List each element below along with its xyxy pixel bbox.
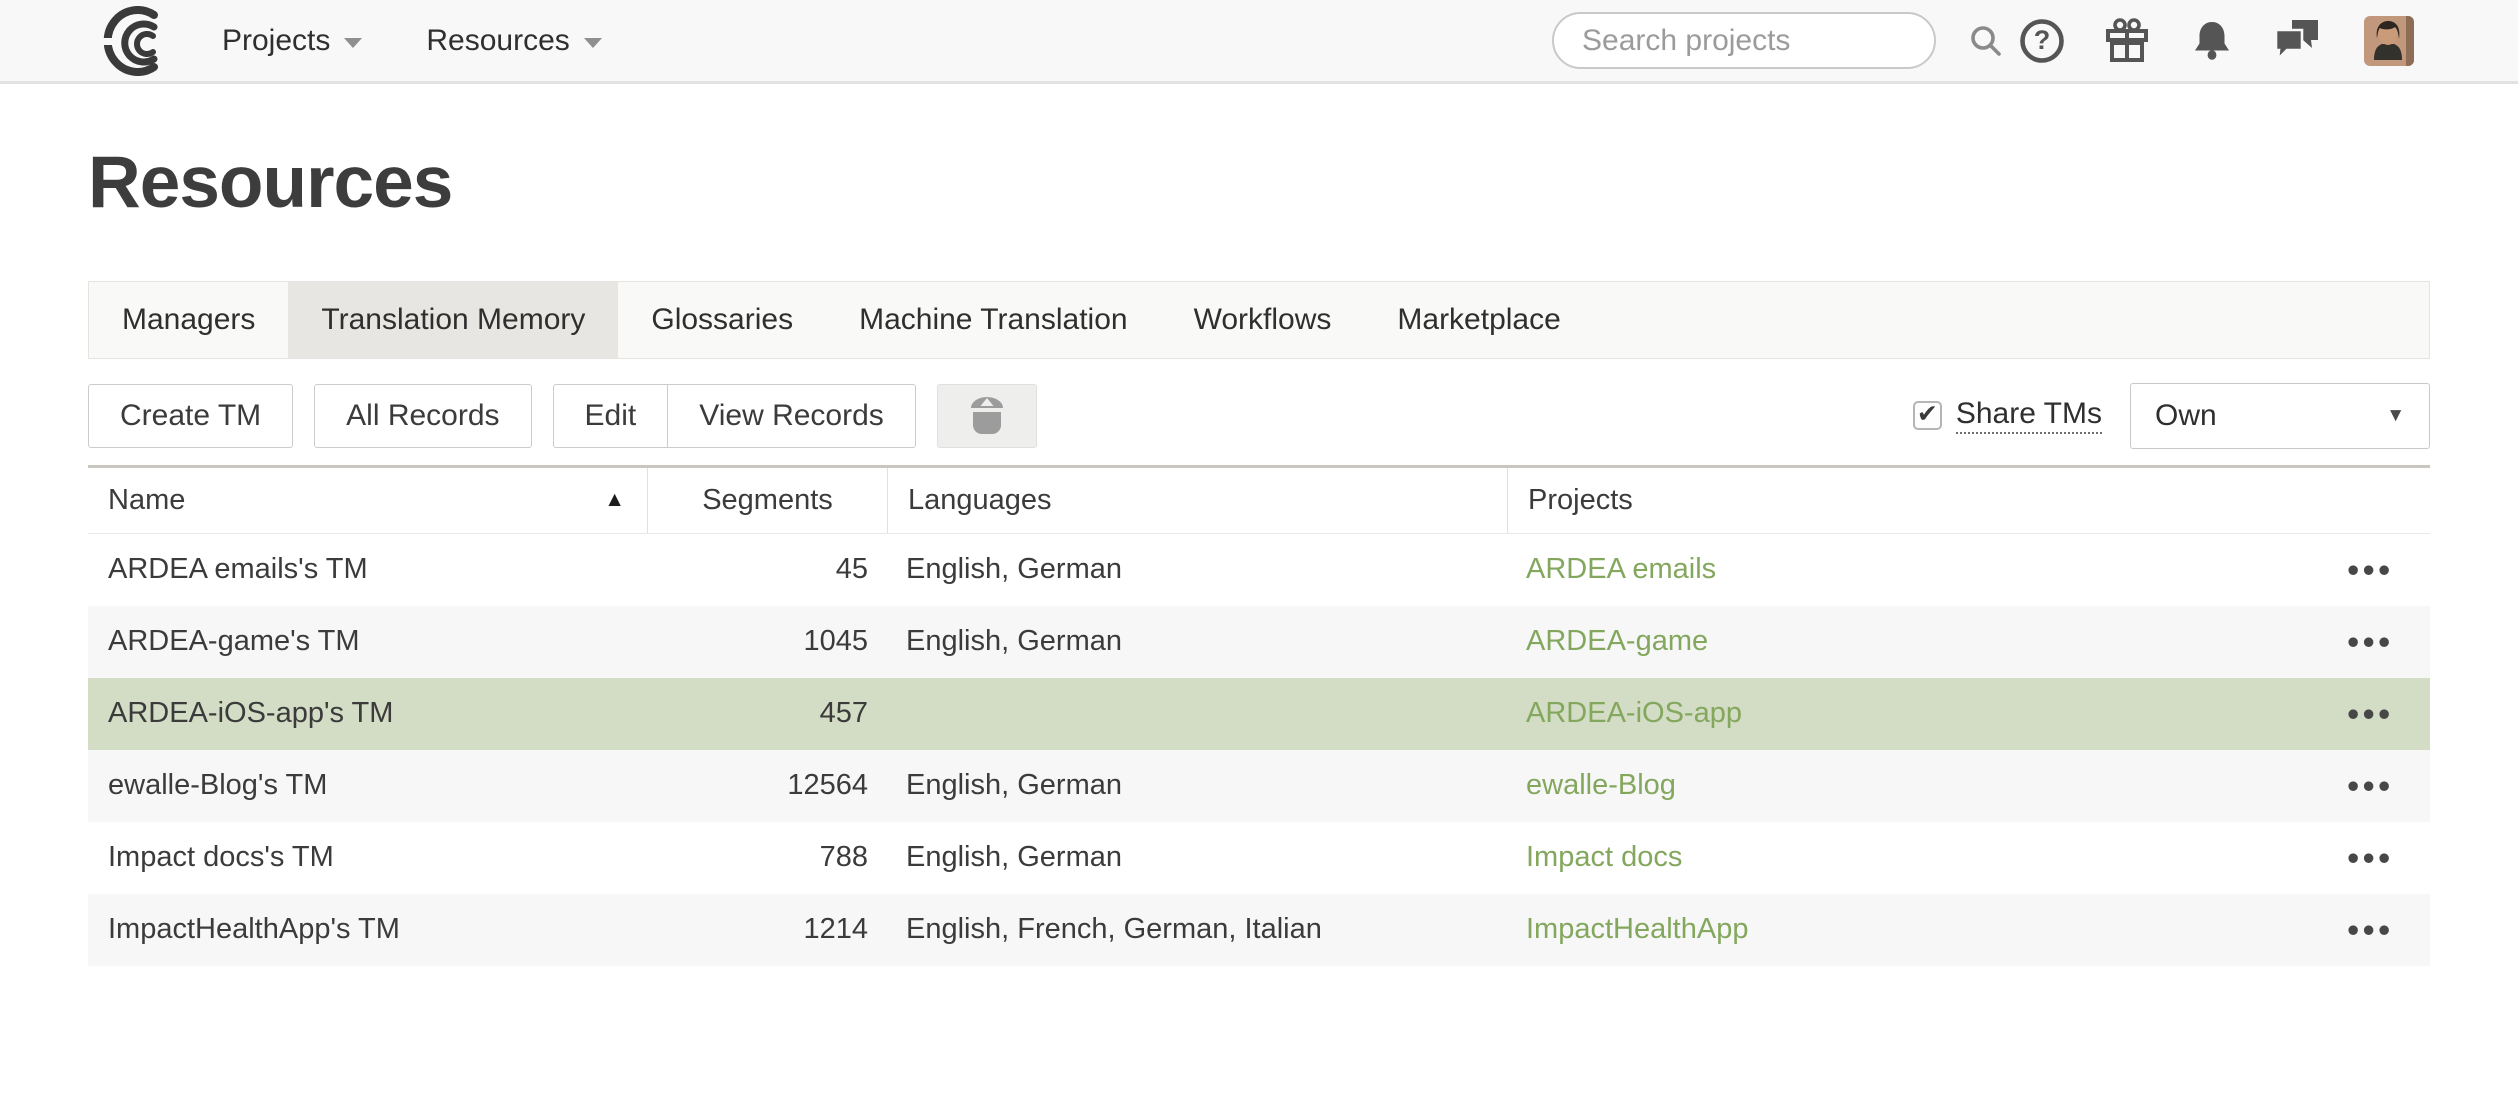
scope-select[interactable]: Own ▼ (2130, 383, 2430, 449)
project-link[interactable]: ARDEA-iOS-app (1526, 697, 1742, 730)
edit-view-button-group: Edit View Records (553, 384, 916, 448)
column-header-languages[interactable]: Languages (888, 468, 1508, 533)
avatar[interactable] (2364, 16, 2414, 66)
row-menu-icon[interactable]: ••• (2347, 841, 2394, 874)
table-header: Name ▲ Segments Languages Projects (88, 468, 2430, 534)
languages-cell: English, German (888, 553, 1508, 586)
tab[interactable]: Marketplace (1364, 282, 1593, 358)
tm-name-cell: ARDEA-iOS-app's TM (88, 697, 648, 730)
projects-cell: ARDEA emails ••• (1508, 553, 2430, 586)
chevron-down-icon (344, 38, 362, 48)
table-row[interactable]: ARDEA emails's TM 45 English, German ARD… (88, 534, 2430, 606)
top-nav: Projects Resources ? (0, 0, 2518, 84)
toolbar: Create TM All Records Edit View Records … (88, 383, 2430, 449)
project-link[interactable]: ewalle-Blog (1526, 769, 1676, 802)
tm-name-cell: Impact docs's TM (88, 841, 648, 874)
tab[interactable]: Managers (89, 282, 288, 358)
nav-menu-label: Projects (222, 24, 330, 58)
chat-icon[interactable] (2272, 16, 2324, 66)
tm-name-cell: ImpactHealthApp's TM (88, 913, 648, 946)
toolbar-right: ✔ Share TMs Own ▼ (1913, 383, 2430, 449)
project-link[interactable]: ImpactHealthApp (1526, 913, 1748, 946)
tab[interactable]: Machine Translation (826, 282, 1160, 358)
column-header-segments[interactable]: Segments (648, 468, 888, 533)
create-tm-button[interactable]: Create TM (88, 384, 293, 448)
nav-icon-group: ? (1982, 16, 2414, 66)
edit-button[interactable]: Edit (554, 385, 668, 447)
row-menu-icon[interactable]: ••• (2347, 769, 2394, 802)
segments-cell: 1214 (648, 913, 888, 946)
languages-cell: English, German (888, 625, 1508, 658)
page-title: Resources (88, 136, 2430, 231)
projects-cell: ARDEA-iOS-app ••• (1508, 697, 2430, 730)
languages-cell: English, German (888, 769, 1508, 802)
tab[interactable]: Translation Memory (288, 282, 618, 358)
segments-cell: 45 (648, 553, 888, 586)
sort-asc-icon: ▲ (604, 488, 625, 512)
search-box (1552, 12, 1936, 69)
row-menu-icon[interactable]: ••• (2347, 553, 2394, 586)
table-row[interactable]: ARDEA-game's TM 1045 English, German ARD… (88, 606, 2430, 678)
project-link[interactable]: ARDEA-game (1526, 625, 1708, 658)
all-records-button[interactable]: All Records (314, 384, 531, 448)
projects-cell: ewalle-Blog ••• (1508, 769, 2430, 802)
tm-name-cell: ARDEA emails's TM (88, 553, 648, 586)
gift-icon[interactable] (2102, 16, 2152, 66)
column-header-name[interactable]: Name ▲ (88, 468, 648, 533)
segments-cell: 12564 (648, 769, 888, 802)
table-row[interactable]: Impact docs's TM 788 English, German Imp… (88, 822, 2430, 894)
segments-cell: 1045 (648, 625, 888, 658)
search-input[interactable] (1582, 24, 1968, 58)
trash-icon (962, 392, 1012, 440)
project-link[interactable]: Impact docs (1526, 841, 1682, 874)
nav-menu-item[interactable]: Projects (222, 24, 362, 58)
checkmark-icon: ✔ (1917, 402, 1938, 427)
nav-menu-item[interactable]: Resources (426, 24, 601, 58)
delete-tm-button[interactable] (937, 384, 1037, 448)
app-logo-icon[interactable] (88, 6, 172, 76)
help-icon[interactable]: ? (2018, 17, 2066, 65)
row-menu-icon[interactable]: ••• (2347, 913, 2394, 946)
resource-tabs: ManagersTranslation MemoryGlossariesMach… (88, 281, 2430, 359)
tab[interactable]: Workflows (1161, 282, 1365, 358)
table-row[interactable]: ARDEA-iOS-app's TM 457 ARDEA-iOS-app ••• (88, 678, 2430, 750)
chevron-down-icon (584, 38, 602, 48)
languages-cell: English, German (888, 841, 1508, 874)
segments-cell: 788 (648, 841, 888, 874)
nav-menu-label: Resources (426, 24, 569, 58)
project-link[interactable]: ARDEA emails (1526, 553, 1716, 586)
row-menu-icon[interactable]: ••• (2347, 625, 2394, 658)
table-body: ARDEA emails's TM 45 English, German ARD… (88, 534, 2430, 966)
share-tms-label[interactable]: Share TMs (1956, 397, 2102, 434)
projects-cell: ARDEA-game ••• (1508, 625, 2430, 658)
view-records-button[interactable]: View Records (667, 385, 915, 447)
tab[interactable]: Glossaries (618, 282, 826, 358)
tm-name-cell: ARDEA-game's TM (88, 625, 648, 658)
column-header-projects[interactable]: Projects (1508, 468, 2430, 533)
projects-cell: ImpactHealthApp ••• (1508, 913, 2430, 946)
row-menu-icon[interactable]: ••• (2347, 697, 2394, 730)
projects-cell: Impact docs ••• (1508, 841, 2430, 874)
svg-text:?: ? (2034, 25, 2051, 55)
table-row[interactable]: ewalle-Blog's TM 12564 English, German e… (88, 750, 2430, 822)
share-tms-checkbox[interactable]: ✔ (1913, 401, 1942, 430)
nav-menus: Projects Resources (222, 24, 666, 58)
table-row[interactable]: ImpactHealthApp's TM 1214 English, Frenc… (88, 894, 2430, 966)
chevron-down-icon: ▼ (2386, 405, 2405, 427)
main-content: Resources ManagersTranslation MemoryGlos… (0, 136, 2518, 966)
languages-cell: English, French, German, Italian (888, 913, 1508, 946)
segments-cell: 457 (648, 697, 888, 730)
scope-select-value: Own (2155, 399, 2217, 433)
tm-name-cell: ewalle-Blog's TM (88, 769, 648, 802)
tm-table: Name ▲ Segments Languages Projects ARDEA… (88, 465, 2430, 966)
bell-icon[interactable] (2188, 17, 2236, 65)
